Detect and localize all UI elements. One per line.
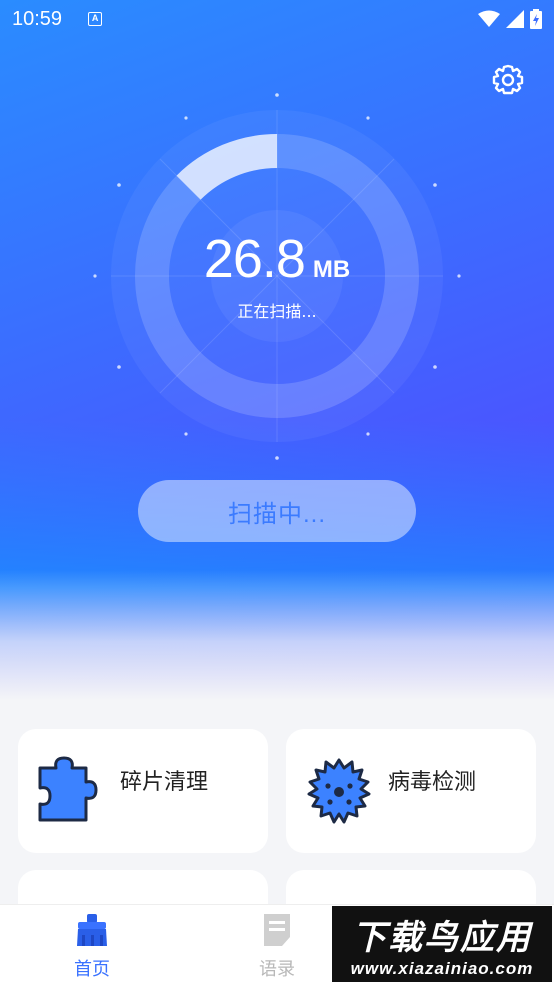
scan-size-unit: MB [312,256,351,283]
watermark-url: www.xiazainiao.com [350,959,534,978]
virus-scan-label: 病毒检测 [388,770,477,795]
tab-home[interactable]: 首页 [47,913,137,981]
tab-quotes-label: 语录 [259,959,295,980]
fragment-clean-label: 碎片清理 [120,770,209,795]
virus-scan-card[interactable]: 病毒检测 [286,729,536,853]
puzzle-icon [38,756,98,822]
watermark-logo: 下载鸟应用 www.xiazainiao.com [332,906,552,982]
scan-status-text: 正在扫描... [237,302,317,321]
fragment-clean-card[interactable]: 碎片清理 [18,729,268,853]
tab-quotes[interactable]: 语录 [232,913,322,981]
broom-icon [77,914,107,946]
document-icon [264,914,290,946]
scan-size-value: 26.8 [203,229,306,289]
tab-home-label: 首页 [74,959,110,980]
scanning-button[interactable]: 扫描中... [138,480,416,542]
virus-icon [307,758,371,824]
scan-size-readout: 26.8 MB [0,228,554,290]
watermark-title: 下载鸟应用 [352,918,532,958]
